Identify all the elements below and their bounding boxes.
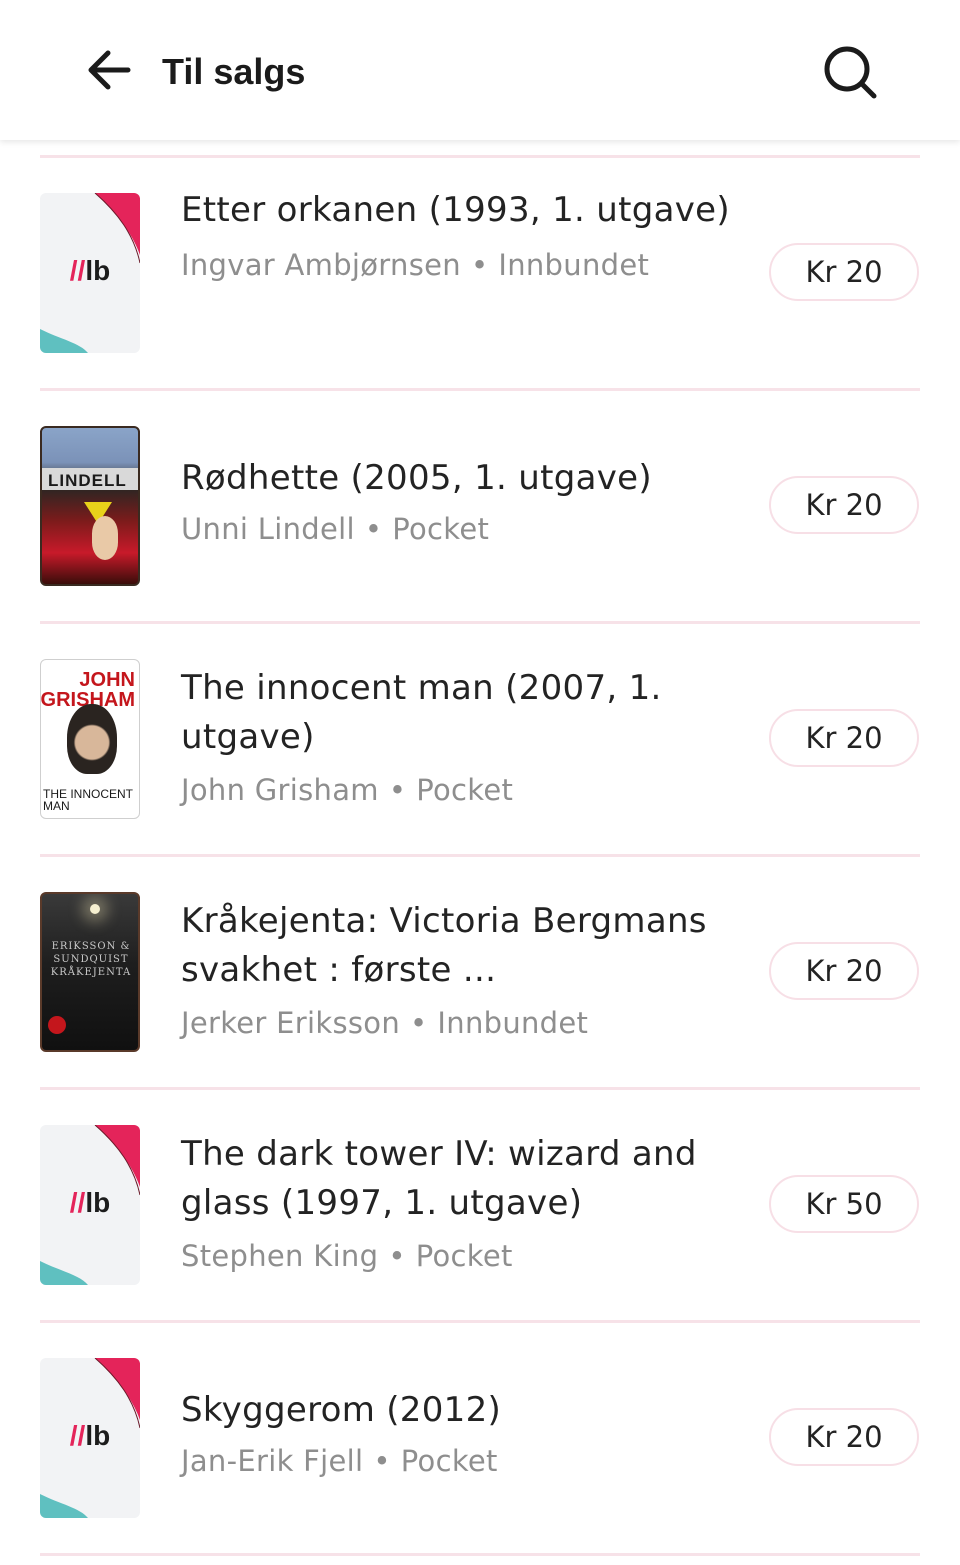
price-button[interactable]: Kr 50 bbox=[769, 1175, 919, 1233]
book-author: Jerker Eriksson bbox=[181, 1006, 400, 1040]
arrow-left-icon bbox=[88, 50, 131, 90]
lb-logo: //lb bbox=[69, 1187, 111, 1218]
book-author: Unni Lindell bbox=[181, 512, 355, 546]
book-title: The innocent man (2007, 1. utgave) bbox=[181, 668, 662, 757]
book-cover: LINDELL bbox=[40, 426, 140, 586]
book-author: John Grisham bbox=[181, 773, 379, 807]
book-meta: Jan-Erik Fjell • Pocket bbox=[181, 1441, 741, 1481]
separator: • bbox=[410, 1006, 428, 1040]
divider bbox=[40, 1553, 920, 1556]
separator: • bbox=[364, 512, 383, 546]
separator: • bbox=[388, 773, 407, 807]
cover-placeholder: //lb bbox=[40, 1125, 140, 1285]
book-cover: JOHN GRISHAM THE INNOCENT MAN bbox=[40, 659, 140, 819]
cover-placeholder: //lb bbox=[40, 1358, 140, 1518]
cover-placeholder: //lb bbox=[40, 193, 140, 353]
list-item[interactable]: //lb Etter orkanen (1993, 1. utgave) Ing… bbox=[0, 158, 960, 388]
book-author: Jan-Erik Fjell bbox=[181, 1444, 364, 1478]
book-title: Etter orkanen (1993, 1. utgave) bbox=[181, 190, 730, 230]
back-button[interactable] bbox=[84, 44, 136, 96]
book-format: Pocket bbox=[400, 1444, 498, 1478]
book-meta: Unni Lindell • Pocket bbox=[181, 509, 741, 549]
search-button[interactable] bbox=[820, 42, 880, 102]
separator: • bbox=[388, 1239, 406, 1273]
book-author: Stephen King bbox=[181, 1239, 379, 1273]
listing-list: //lb Etter orkanen (1993, 1. utgave) Ing… bbox=[0, 140, 960, 1556]
search-icon bbox=[824, 46, 877, 99]
cover-bottom-text: THE INNOCENT MAN bbox=[43, 787, 133, 813]
book-format: Innbundet bbox=[498, 248, 650, 282]
lb-logo: //lb bbox=[69, 1420, 111, 1451]
book-meta: Jerker Eriksson • Innbundet bbox=[181, 1003, 741, 1043]
book-title: Skyggerom (2012) bbox=[181, 1390, 502, 1430]
book-title: Rødhette (2005, 1. utgave) bbox=[181, 458, 652, 498]
list-item[interactable]: //lb The dark tower IV: wizard and glass… bbox=[0, 1090, 960, 1320]
book-meta: John Grisham • Pocket bbox=[181, 770, 741, 810]
page-title: Til salgs bbox=[162, 51, 306, 92]
list-item[interactable]: LINDELL Rødhette (2005, 1. utgave) Unni … bbox=[0, 391, 960, 621]
separator: • bbox=[373, 1444, 391, 1478]
book-format: Pocket bbox=[415, 1239, 513, 1273]
price-button[interactable]: Kr 20 bbox=[769, 1408, 919, 1466]
book-format: Pocket bbox=[392, 512, 490, 546]
price-button[interactable]: Kr 20 bbox=[769, 709, 919, 767]
listing-text: Rødhette (2005, 1. utgave) Unni Lindell •… bbox=[181, 454, 741, 549]
book-format: Innbundet bbox=[437, 1006, 589, 1040]
book-title: The dark tower IV: wizard and glass (199… bbox=[181, 1134, 697, 1223]
app-bar: Til salgs bbox=[0, 0, 960, 140]
book-cover: ERIKSSON & SUNDQUIST KRÅKEJENTA bbox=[40, 892, 140, 1052]
list-item[interactable]: //lb Skyggerom (2012) Jan-Erik Fjell • Poc… bbox=[0, 1323, 960, 1553]
cover-text: LINDELL bbox=[48, 471, 127, 490]
book-title: Kråkejenta: Victoria Bergmans svakhet : … bbox=[181, 901, 707, 990]
list-item[interactable]: JOHN GRISHAM THE INNOCENT MAN The innoce… bbox=[0, 624, 960, 854]
listing-text: Kråkejenta: Victoria Bergmans svakhet : … bbox=[181, 897, 741, 1043]
book-author: Ingvar Ambjørnsen bbox=[181, 248, 461, 282]
price-button[interactable]: Kr 20 bbox=[769, 243, 919, 301]
price-button[interactable]: Kr 20 bbox=[769, 942, 919, 1000]
listing-text: The dark tower IV: wizard and glass (199… bbox=[181, 1130, 741, 1276]
lb-logo: //lb bbox=[69, 255, 111, 286]
book-format: Pocket bbox=[416, 773, 514, 807]
book-meta: Stephen King • Pocket bbox=[181, 1236, 741, 1276]
list-item[interactable]: ERIKSSON & SUNDQUIST KRÅKEJENTA Kråkejen… bbox=[0, 857, 960, 1087]
separator: • bbox=[470, 248, 489, 282]
listing-text: Skyggerom (2012) Jan-Erik Fjell • Pocket bbox=[181, 1386, 741, 1481]
listing-text: The innocent man (2007, 1. utgave) John … bbox=[181, 664, 741, 810]
price-button[interactable]: Kr 20 bbox=[769, 476, 919, 534]
book-meta: Ingvar Ambjørnsen • Innbundet bbox=[181, 245, 741, 285]
listing-text: Etter orkanen (1993, 1. utgave) Ingvar A… bbox=[181, 186, 741, 285]
cover-text: ERIKSSON & SUNDQUIST KRÅKEJENTA bbox=[50, 941, 132, 978]
